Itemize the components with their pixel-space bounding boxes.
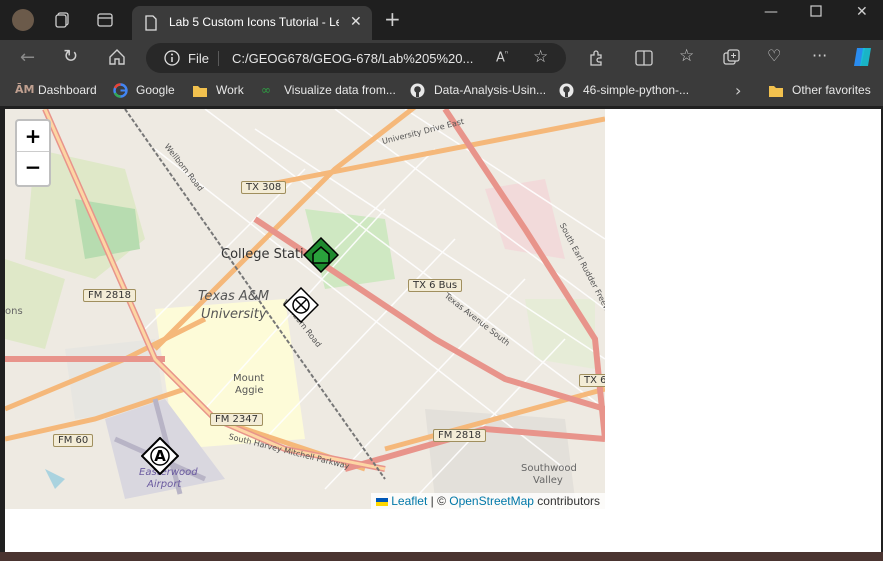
github-icon bbox=[410, 83, 425, 98]
label-mount: Mount bbox=[233, 373, 265, 384]
label-ons: ons bbox=[5, 306, 23, 317]
bookmark-dashboard[interactable]: Dashboard bbox=[38, 83, 97, 97]
label-college-station: College Stati bbox=[221, 247, 304, 262]
favorites-bar: ĀM Dashboard Google Work ∞ Visualize dat… bbox=[0, 76, 883, 106]
chevron-right-icon[interactable]: › bbox=[735, 83, 741, 99]
refresh-icon[interactable]: ↻ bbox=[63, 48, 78, 66]
tab-title: Lab 5 Custom Icons Tutorial - Lea bbox=[169, 15, 339, 29]
address-divider bbox=[218, 51, 219, 66]
address-url[interactable]: C:/GEOG678/GEOG-678/Lab%205%20... bbox=[232, 51, 473, 66]
zoom-in-button[interactable]: + bbox=[17, 121, 49, 152]
bookmark-visualize[interactable]: Visualize data from... bbox=[284, 83, 396, 97]
favorite-star-icon[interactable]: ☆ bbox=[533, 49, 548, 66]
tamu-icon: ĀM bbox=[15, 83, 35, 96]
maximize-icon[interactable] bbox=[810, 5, 822, 20]
marker-circle-cross-icon[interactable] bbox=[283, 287, 319, 323]
active-tab[interactable]: Lab 5 Custom Icons Tutorial - Lea ✕ bbox=[132, 6, 372, 40]
copilot-icon[interactable] bbox=[851, 45, 875, 72]
github-icon bbox=[559, 83, 574, 98]
title-bar: Lab 5 Custom Icons Tutorial - Lea ✕ + — … bbox=[0, 0, 883, 40]
favorites-icon[interactable]: ☆ bbox=[679, 48, 694, 65]
shield-tx308: TX 308 bbox=[241, 181, 287, 194]
folder-icon bbox=[192, 83, 207, 98]
shield-tx6: TX 6 bbox=[579, 374, 605, 387]
shield-fm60: FM 60 bbox=[53, 434, 94, 447]
leaflet-map[interactable]: College Stati Texas A&M University Mount… bbox=[5, 109, 605, 509]
bookmark-other-favorites[interactable]: Other favorites bbox=[792, 83, 871, 97]
link-icon: ∞ bbox=[261, 83, 271, 97]
close-window-icon[interactable]: ✕ bbox=[856, 5, 868, 19]
page-content: College Stati Texas A&M University Mount… bbox=[5, 109, 881, 552]
label-southwood: Southwood bbox=[521, 463, 577, 474]
bookmark-google[interactable]: Google bbox=[136, 83, 175, 97]
shield-fm2818-east: FM 2818 bbox=[433, 429, 487, 442]
read-aloud-icon[interactable]: Aⁿ bbox=[496, 50, 508, 65]
shield-tx6bus: TX 6 Bus bbox=[408, 279, 463, 292]
vertical-tabs-icon[interactable] bbox=[97, 12, 113, 31]
toolbar: ← ↻ File C:/GEOG678/GEOG-678/Lab%205%20.… bbox=[0, 40, 883, 76]
label-airport: Airport bbox=[147, 479, 182, 490]
shield-fm2818-west: FM 2818 bbox=[83, 289, 137, 302]
openstreetmap-link[interactable]: OpenStreetMap bbox=[449, 494, 534, 508]
address-bar[interactable]: File C:/GEOG678/GEOG-678/Lab%205%20... A… bbox=[146, 43, 566, 73]
split-screen-icon[interactable] bbox=[635, 49, 653, 70]
folder-icon bbox=[768, 83, 783, 98]
browser-essentials-icon[interactable]: ♡ bbox=[767, 48, 781, 64]
label-tamu-2: University bbox=[201, 307, 267, 322]
ukraine-flag-icon bbox=[375, 497, 388, 506]
more-menu-icon[interactable]: ··· bbox=[812, 48, 827, 64]
marker-house-icon[interactable] bbox=[303, 237, 339, 273]
home-icon[interactable] bbox=[108, 48, 126, 69]
back-icon[interactable]: ← bbox=[20, 49, 35, 67]
workspaces-icon[interactable] bbox=[55, 12, 71, 31]
profile-avatar[interactable] bbox=[12, 9, 34, 31]
label-aggie: Aggie bbox=[235, 385, 264, 396]
page-icon bbox=[144, 15, 158, 34]
extensions-icon[interactable] bbox=[587, 49, 605, 70]
minimize-icon[interactable]: — bbox=[764, 5, 778, 19]
map-attribution: Leaflet | © OpenStreetMap contributors bbox=[370, 493, 605, 509]
zoom-out-button[interactable]: − bbox=[17, 152, 49, 182]
attribution-separator: | © bbox=[427, 494, 450, 508]
zoom-control: + − bbox=[15, 119, 51, 187]
bookmark-work[interactable]: Work bbox=[216, 83, 244, 97]
leaflet-link[interactable]: Leaflet bbox=[391, 494, 427, 508]
collections-icon[interactable] bbox=[723, 49, 741, 70]
bookmark-data-analysis[interactable]: Data-Analysis-Usin... bbox=[434, 83, 546, 97]
file-label: File bbox=[188, 51, 209, 66]
shield-fm2347: FM 2347 bbox=[210, 413, 264, 426]
label-tamu: Texas A&M bbox=[198, 289, 270, 304]
marker-airport-icon[interactable]: A bbox=[141, 437, 179, 475]
airport-marker-letter: A bbox=[154, 447, 166, 465]
google-icon bbox=[113, 83, 128, 98]
new-tab-icon[interactable]: + bbox=[384, 9, 401, 29]
bookmark-python[interactable]: 46-simple-python-... bbox=[583, 83, 689, 97]
label-valley: Valley bbox=[533, 475, 563, 486]
info-icon[interactable] bbox=[164, 50, 180, 69]
window-bottom-edge bbox=[0, 552, 883, 561]
close-tab-icon[interactable]: ✕ bbox=[350, 15, 362, 29]
attribution-contributors: contributors bbox=[533, 494, 600, 508]
